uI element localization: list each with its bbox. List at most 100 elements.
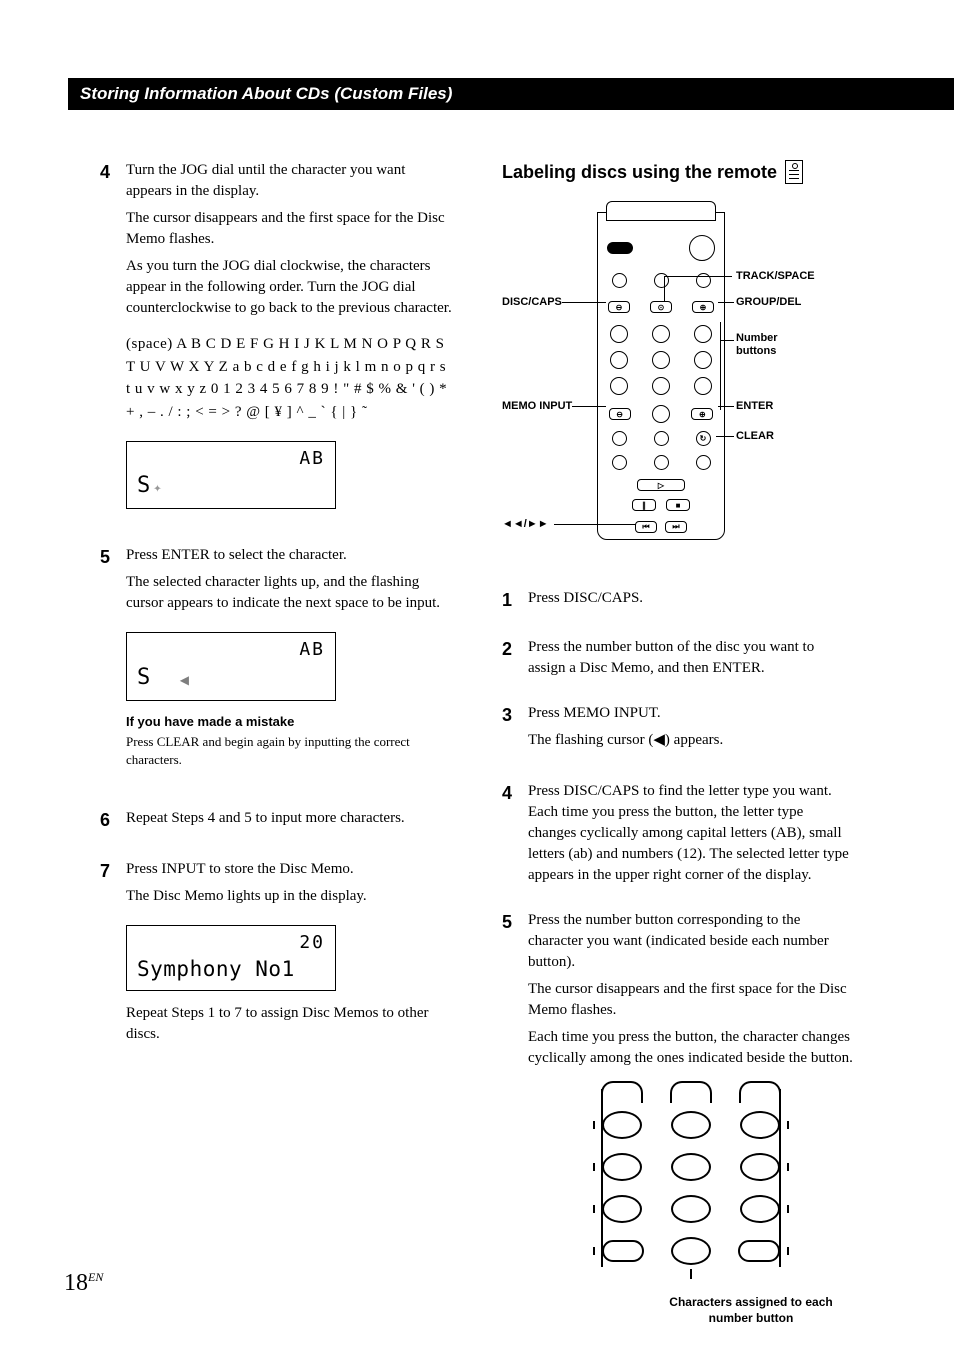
remote-diagram: ⊖⊙⊕ ⊖⊕ ↻ ▷ ∥■ ⏮⏭ DISC/CAPS MEMO INPUT ◄◄… xyxy=(502,208,854,568)
step-4-p1: Turn the JOG dial until the character yo… xyxy=(126,160,452,202)
step-number: 1 xyxy=(502,588,528,613)
step-6-p1: Repeat Steps 4 and 5 to input more chara… xyxy=(126,808,452,829)
step-number: 6 xyxy=(100,808,126,835)
step-body: Press INPUT to store the Disc Memo. The … xyxy=(126,859,452,1052)
remote-btn-clear: ↻ xyxy=(696,431,711,446)
step-body: Press MEMO INPUT. The flashing cursor (◀… xyxy=(528,703,854,757)
left-column: 4 Turn the JOG dial until the character … xyxy=(100,160,452,1350)
step-body: Press DISC/CAPS to find the letter type … xyxy=(528,781,854,886)
r-step-1: 1 Press DISC/CAPS. xyxy=(502,588,854,613)
remote-btn xyxy=(654,431,669,446)
display-top: AB xyxy=(137,637,325,662)
step-6: 6 Repeat Steps 4 and 5 to input more cha… xyxy=(100,808,452,835)
r-step-3: 3 Press MEMO INPUT. The flashing cursor … xyxy=(502,703,854,757)
leader-line xyxy=(664,276,665,302)
kp-btn xyxy=(671,1111,711,1139)
remote-btn xyxy=(612,431,627,446)
kp-btn xyxy=(740,1153,780,1181)
remote-numbtn xyxy=(652,325,670,343)
remote-btn xyxy=(612,273,627,288)
remote-top xyxy=(606,201,716,221)
display-top: 20 xyxy=(137,930,325,955)
step-body: Press the number button corresponding to… xyxy=(528,910,854,1326)
remote-heading-text: Labeling discs using the remote xyxy=(502,162,777,183)
step-number: 5 xyxy=(100,545,126,784)
display-bottom: Symphony No1 xyxy=(137,955,325,984)
kp-btn xyxy=(740,1111,780,1139)
remote-numbtn xyxy=(694,351,712,369)
remote-btn-stop: ■ xyxy=(666,499,690,511)
r-step-5: 5 Press the number button corresponding … xyxy=(502,910,854,1326)
leader-line xyxy=(664,276,732,277)
r-step-5-p3: Each time you press the button, the char… xyxy=(528,1027,854,1069)
remote-btn-trackspace: ⊙ xyxy=(650,301,672,313)
tick xyxy=(593,1205,595,1213)
step-7: 7 Press INPUT to store the Disc Memo. Th… xyxy=(100,859,452,1052)
display-box-3: 20 Symphony No1 xyxy=(126,925,336,992)
tick xyxy=(593,1247,595,1255)
label-clear: CLEAR xyxy=(736,430,774,442)
remote-numbtn xyxy=(652,405,670,423)
remote-numbtn xyxy=(610,377,628,395)
remote-btn-next: ⏭ xyxy=(665,521,687,533)
page-num-value: 18 xyxy=(64,1270,88,1296)
r-step-2: 2 Press the number button of the disc yo… xyxy=(502,637,854,679)
content-columns: 4 Turn the JOG dial until the character … xyxy=(100,160,854,1350)
r-step-3-p2: The flashing cursor (◀) appears. xyxy=(528,730,854,751)
kp-btn xyxy=(671,1195,711,1223)
remote-btn xyxy=(689,235,715,261)
step-number: 4 xyxy=(502,781,528,886)
remote-numbtn xyxy=(652,377,670,395)
kp-top xyxy=(601,1081,643,1103)
cursor-icon xyxy=(180,664,190,689)
kp-btn xyxy=(671,1237,711,1265)
leader-line xyxy=(716,436,734,437)
remote-btn xyxy=(612,455,627,470)
display-char: S xyxy=(137,665,151,690)
remote-numbtn xyxy=(610,325,628,343)
tick xyxy=(593,1163,595,1171)
kp-btn xyxy=(602,1195,642,1223)
kp-btn xyxy=(602,1240,644,1262)
leader-line xyxy=(554,524,636,525)
r-step-4: 4 Press DISC/CAPS to find the letter typ… xyxy=(502,781,854,886)
step-number: 2 xyxy=(502,637,528,679)
label-memoinput: MEMO INPUT xyxy=(502,400,572,412)
leader-line xyxy=(720,340,734,341)
leader-line xyxy=(718,406,734,407)
step-4: 4 Turn the JOG dial until the character … xyxy=(100,160,452,521)
display-box-2: AB S xyxy=(126,632,336,701)
right-column: Labeling discs using the remote ⊖⊙⊕ ⊖⊕ ↻… xyxy=(502,160,854,1350)
step-5: 5 Press ENTER to select the character. T… xyxy=(100,545,452,784)
display-bottom: S xyxy=(137,471,325,502)
page-suffix: EN xyxy=(88,1270,103,1284)
remote-btn xyxy=(696,455,711,470)
kp-top xyxy=(670,1081,712,1103)
step-number: 4 xyxy=(100,160,126,521)
r-step-5-p1: Press the number button corresponding to… xyxy=(528,910,854,973)
leader-line xyxy=(572,406,606,407)
step-number: 5 xyxy=(502,910,528,1326)
tick xyxy=(690,1269,692,1279)
remote-icon xyxy=(785,160,803,184)
label-trackspace: TRACK/SPACE xyxy=(736,270,815,282)
display-top: AB xyxy=(137,446,325,471)
display-bottom: S xyxy=(137,662,325,694)
remote-btn xyxy=(607,242,633,254)
section-header: Storing Information About CDs (Custom Fi… xyxy=(68,78,954,110)
page-number: 18EN xyxy=(64,1270,103,1297)
kp-btn xyxy=(602,1111,642,1139)
step-5-p1: Press ENTER to select the character. xyxy=(126,545,452,566)
remote-numbtn xyxy=(694,377,712,395)
step-number: 7 xyxy=(100,859,126,1052)
tick xyxy=(593,1121,595,1129)
remote-btn-memoinput: ⊖ xyxy=(609,408,631,420)
kp-btn xyxy=(602,1153,642,1181)
remote-numbtn xyxy=(652,351,670,369)
remote-btn-pause: ∥ xyxy=(632,499,656,511)
kp-btn xyxy=(740,1195,780,1223)
kp-top xyxy=(739,1081,781,1103)
remote-btn xyxy=(654,455,669,470)
r-step-3-p1: Press MEMO INPUT. xyxy=(528,703,854,724)
step-body: Repeat Steps 4 and 5 to input more chara… xyxy=(126,808,452,835)
